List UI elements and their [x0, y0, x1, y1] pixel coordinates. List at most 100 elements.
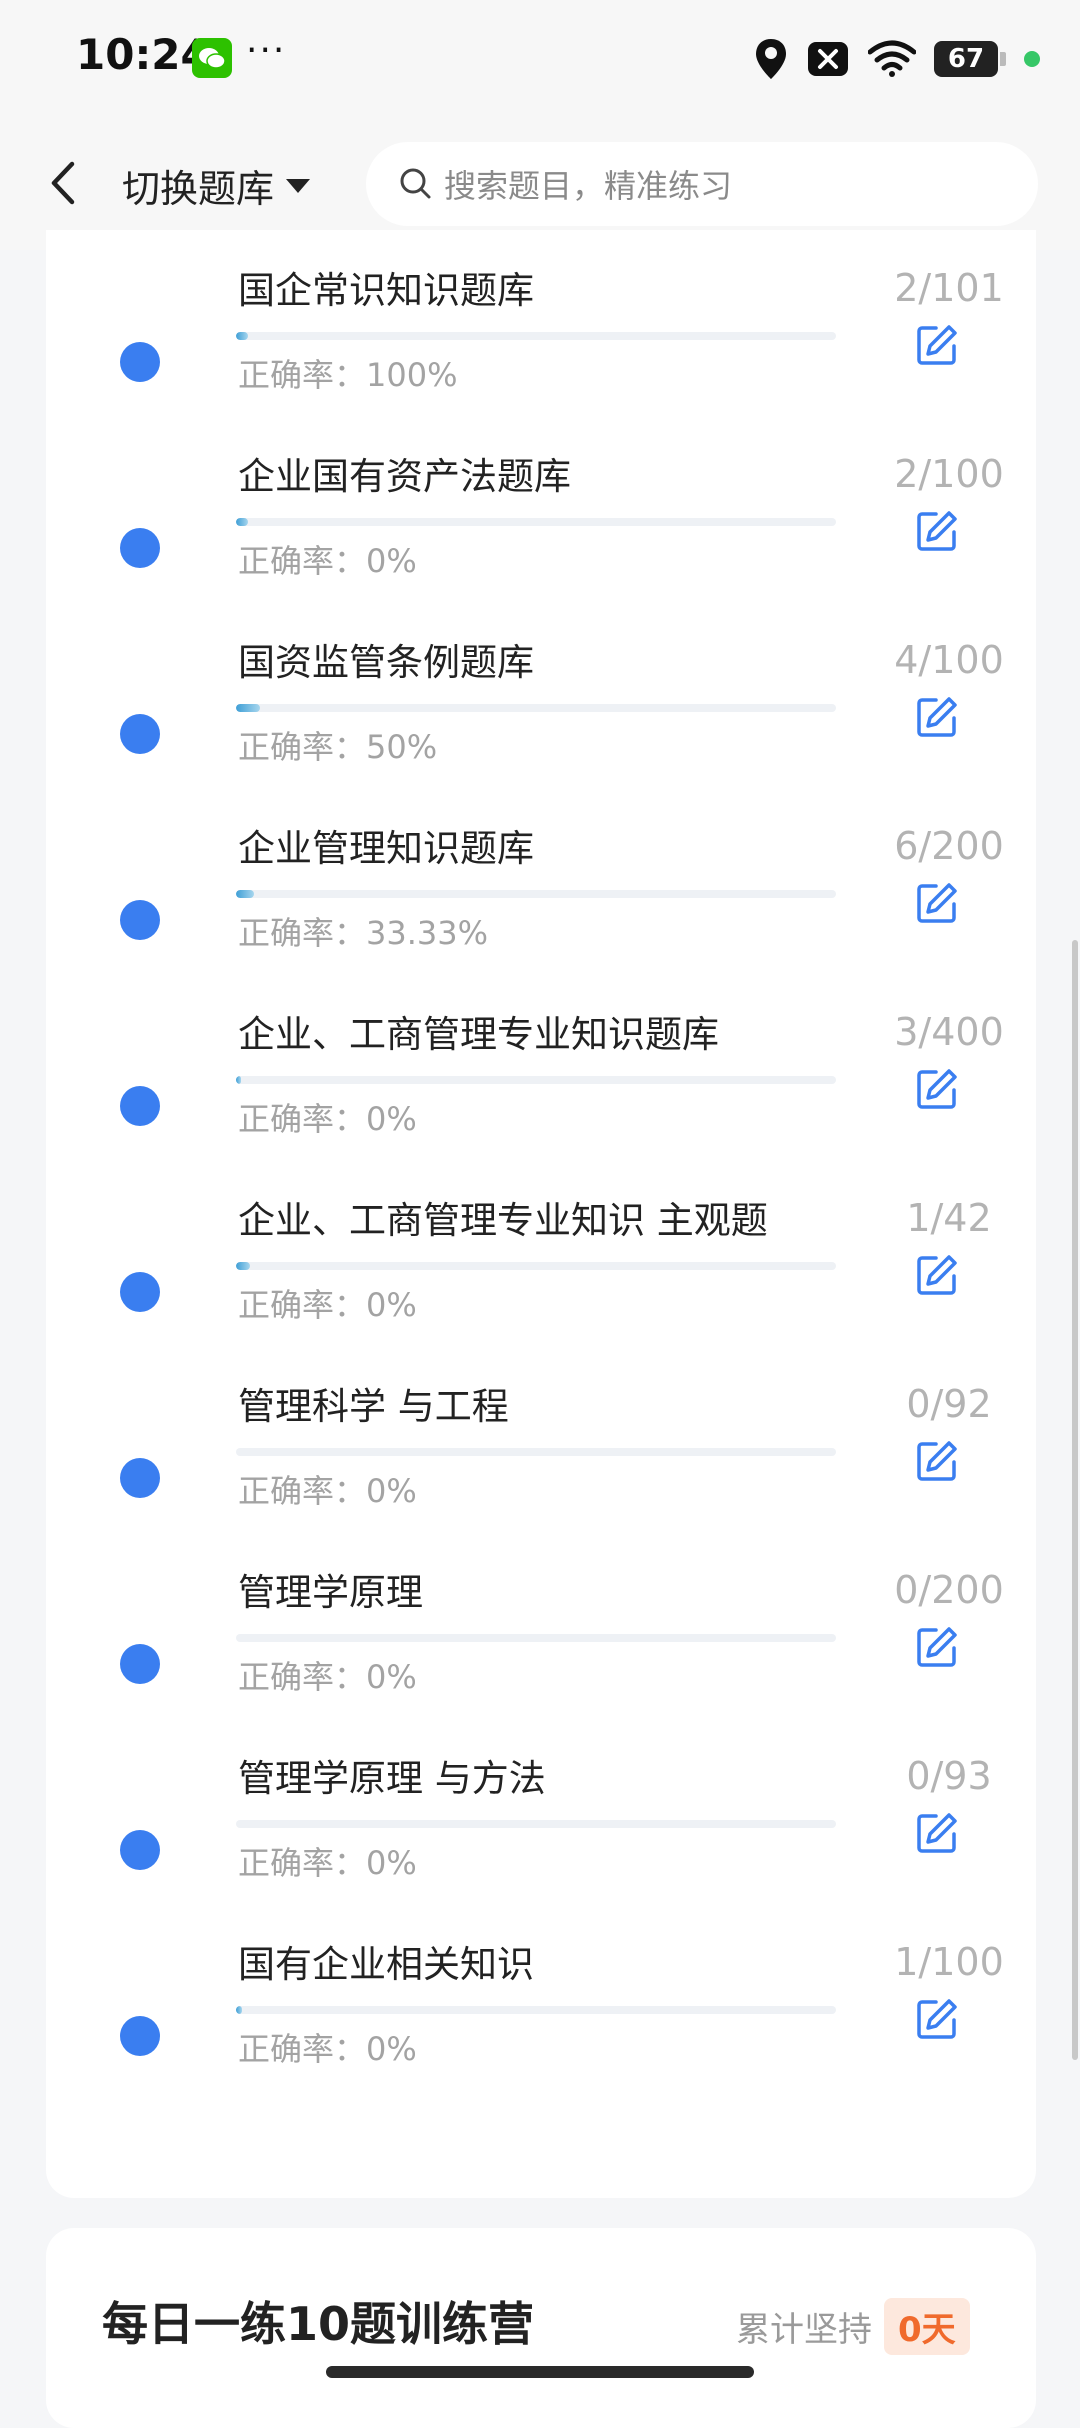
status-time: 10:24: [76, 30, 210, 79]
accuracy-label: 正确率：: [238, 728, 367, 766]
edit-practice-icon[interactable]: [914, 1810, 960, 1856]
bank-question-count: 0/93: [906, 1754, 992, 1798]
bank-progress-fill: [236, 518, 248, 526]
bank-progress-bar: [236, 2006, 836, 2014]
bank-title: 企业、工商管理专业知识 主观题: [238, 1199, 768, 1242]
bank-item[interactable]: 国有企业相关知识 正确率：0% 1/100: [46, 1934, 1036, 2124]
edit-practice-icon[interactable]: [914, 322, 960, 368]
bank-progress-fill: [236, 2006, 242, 2014]
location-icon: [754, 37, 788, 81]
accuracy-value: 50%: [366, 728, 438, 766]
search-icon: [396, 164, 436, 204]
training-camp-card[interactable]: 每日一练10题训练营 累计坚持 0天: [46, 2228, 1036, 2428]
bank-progress-bar: [236, 704, 836, 712]
bank-question-count: 2/101: [894, 266, 1004, 310]
bank-progress-bar: [236, 1820, 836, 1828]
bank-status-dot: [120, 1086, 160, 1126]
battery-icon: 67: [934, 41, 998, 77]
bank-title: 管理学原理 与方法: [238, 1757, 546, 1800]
accuracy-value: 0%: [366, 1472, 417, 1510]
bank-title: 国资监管条例题库: [238, 641, 534, 684]
accuracy-label: 正确率：: [238, 1658, 367, 1696]
wechat-icon: [192, 38, 232, 78]
bank-item[interactable]: 管理科学 与工程正确率：0% 0/92: [46, 1376, 1036, 1566]
accuracy-value: 0%: [366, 1658, 417, 1696]
chevron-down-icon: [286, 178, 311, 193]
edit-practice-icon[interactable]: [914, 694, 960, 740]
switch-bank-label: 切换题库: [122, 167, 275, 211]
bank-accuracy: 正确率：0%: [238, 1280, 417, 1326]
bank-question-count: 2/100: [894, 452, 1004, 496]
bank-item[interactable]: 管理学原理 正确率：0% 0/200: [46, 1562, 1036, 1752]
edit-practice-icon[interactable]: [914, 508, 960, 554]
bank-accuracy: 正确率：0%: [238, 1838, 417, 1884]
battery-level: 67: [947, 44, 985, 74]
accuracy-label: 正确率：: [238, 914, 367, 952]
bank-question-count: 6/200: [894, 824, 1004, 868]
accuracy-label: 正确率：: [238, 1472, 367, 1510]
bank-item[interactable]: 企业、工商管理专业知识题库 正确率：0% 3/400: [46, 1004, 1036, 1194]
bank-item[interactable]: 企业、工商管理专业知识 主观题 正确率：0% 1/42: [46, 1190, 1036, 1380]
wifi-icon: [868, 40, 916, 78]
gesture-nav-bar[interactable]: [326, 2366, 754, 2378]
bank-status-dot: [120, 2016, 160, 2056]
bank-status-dot: [120, 900, 160, 940]
bank-question-count: 0/92: [906, 1382, 992, 1426]
accuracy-value: 0%: [366, 542, 417, 580]
bank-progress-fill: [236, 1076, 241, 1084]
edit-practice-icon[interactable]: [914, 1996, 960, 2042]
bank-accuracy: 正确率：50%: [238, 722, 437, 768]
bank-accuracy: 正确率：0%: [238, 2024, 417, 2070]
bank-status-dot: [120, 342, 160, 382]
bank-title: 管理科学 与工程: [238, 1385, 509, 1428]
bank-status-dot: [120, 1272, 160, 1312]
search-input[interactable]: 搜索题目，精准练习: [366, 142, 1038, 226]
bank-progress-bar: [236, 1262, 836, 1270]
bank-item[interactable]: 管理学原理 与方法 正确率：0% 0/93: [46, 1748, 1036, 1938]
accuracy-label: 正确率：: [238, 356, 367, 394]
bank-accuracy: 正确率：33.33%: [238, 908, 488, 954]
bank-title: 企业管理知识题库: [238, 827, 534, 870]
bank-accuracy: 正确率：0%: [238, 1094, 417, 1140]
bank-item[interactable]: 企业国有资产法题库 正确率：0% 2/100: [46, 446, 1036, 636]
edit-practice-icon[interactable]: [914, 1066, 960, 1112]
bank-question-count: 4/100: [894, 638, 1004, 682]
accuracy-label: 正确率：: [238, 2030, 367, 2068]
edit-practice-icon[interactable]: [914, 1624, 960, 1670]
bank-item[interactable]: 国企常识知识题库 正确率：100% 2/101: [46, 260, 1036, 450]
bank-item[interactable]: 国资监管条例题库 正确率：50% 4/100: [46, 632, 1036, 822]
accuracy-value: 33.33%: [366, 914, 489, 952]
bank-progress-fill: [236, 1262, 251, 1270]
bank-status-dot: [120, 528, 160, 568]
accuracy-label: 正确率：: [238, 1100, 367, 1138]
accuracy-value: 0%: [366, 1100, 417, 1138]
bank-question-count: 1/42: [906, 1196, 992, 1240]
bank-progress-bar: [236, 518, 836, 526]
bank-accuracy: 正确率：0%: [238, 1652, 417, 1698]
bank-progress-bar: [236, 1076, 836, 1084]
bank-title: 企业国有资产法题库: [238, 455, 571, 498]
accuracy-value: 0%: [366, 1286, 417, 1324]
edit-practice-icon[interactable]: [914, 1252, 960, 1298]
bank-progress-bar: [236, 1448, 836, 1456]
switch-bank-dropdown[interactable]: 切换题库: [122, 158, 311, 213]
accuracy-value: 0%: [366, 2030, 417, 2068]
bank-status-dot: [120, 1830, 160, 1870]
training-camp-title: 每日一练10题训练营: [102, 2297, 535, 2351]
bank-progress-fill: [236, 704, 260, 712]
question-bank-list: 国企常识知识题库 正确率：100% 2/101 企业国有资产法题库 正确率：0% 2/10…: [46, 230, 1036, 2198]
search-placeholder: 搜索题目，精准练习: [444, 167, 733, 205]
battery-cap: [1000, 52, 1006, 66]
bank-accuracy: 正确率：0%: [238, 536, 417, 582]
bank-progress-bar: [236, 890, 836, 898]
edit-practice-icon[interactable]: [914, 880, 960, 926]
scrollbar[interactable]: [1072, 940, 1078, 2060]
accuracy-label: 正确率：: [238, 1286, 367, 1324]
no-sim-icon: [806, 40, 850, 78]
back-icon[interactable]: [44, 158, 84, 208]
bank-title: 管理学原理: [238, 1571, 423, 1614]
bank-accuracy: 正确率：100%: [238, 350, 458, 396]
streak-label: 累计坚持: [736, 2310, 872, 2350]
edit-practice-icon[interactable]: [914, 1438, 960, 1484]
bank-item[interactable]: 企业管理知识题库 正确率：33.33% 6/200: [46, 818, 1036, 1008]
